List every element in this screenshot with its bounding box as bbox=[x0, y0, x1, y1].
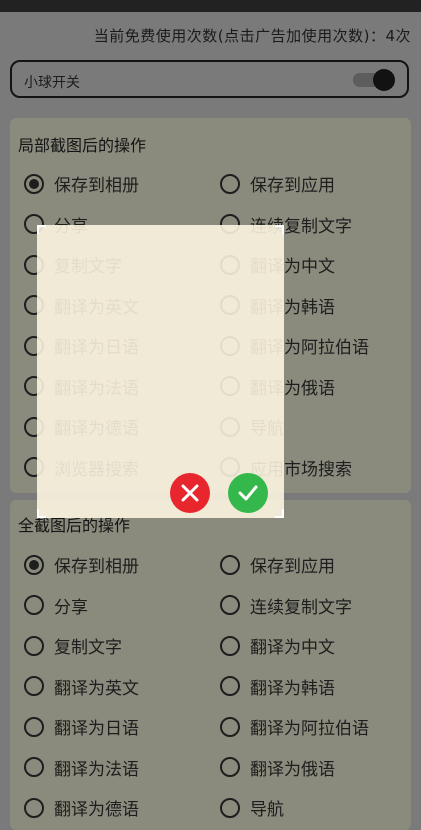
radio-checked-icon[interactable] bbox=[24, 554, 44, 575]
radio-option-label: 翻译为韩语 bbox=[250, 678, 335, 699]
radio-unchecked-icon[interactable] bbox=[24, 757, 44, 777]
radio-option-label: 保存到应用 bbox=[250, 557, 335, 577]
radio-unchecked-icon[interactable] bbox=[220, 595, 240, 615]
radio-option[interactable]: 保存到相册 bbox=[24, 171, 139, 196]
radio-option-label: 翻译为英文 bbox=[54, 678, 139, 699]
radio-unchecked-icon[interactable] bbox=[220, 716, 240, 737]
radio-unchecked-icon[interactable] bbox=[24, 676, 44, 696]
radio-option[interactable]: 翻译为英文 bbox=[24, 674, 139, 699]
radio-option-label: 保存到相册 bbox=[54, 176, 139, 196]
radio-unchecked-icon[interactable] bbox=[220, 554, 240, 575]
ball-switch-label: 小球开关 bbox=[24, 75, 80, 91]
ball-switch-toggle[interactable] bbox=[353, 69, 395, 91]
radio-unchecked-icon[interactable] bbox=[220, 676, 240, 696]
radio-option[interactable]: 翻译为中文 bbox=[220, 633, 335, 658]
ball-switch-row[interactable]: 小球开关 bbox=[10, 60, 409, 98]
radio-option[interactable]: 翻译为韩语 bbox=[220, 674, 335, 699]
radio-option[interactable]: 分享 bbox=[24, 593, 88, 618]
radio-unchecked-icon[interactable] bbox=[24, 716, 44, 737]
crop-handle-top-right[interactable] bbox=[275, 225, 284, 234]
radio-unchecked-icon[interactable] bbox=[220, 635, 240, 656]
crop-handle-top-left[interactable] bbox=[37, 225, 46, 234]
crop-handle-bottom-left[interactable] bbox=[37, 509, 46, 518]
close-icon bbox=[181, 484, 199, 502]
radio-option[interactable]: 保存到相册 bbox=[24, 552, 139, 577]
usage-count-text: 当前免费使用次数(点击广告加使用次数)：4次 bbox=[93, 27, 411, 45]
radio-option[interactable]: 翻译为阿拉伯语 bbox=[220, 714, 369, 739]
full-screenshot-section: 全截图后的操作 保存到相册 保存到应用 分享 连续复制文字 复制文字 翻译为中文 翻译为英文… bbox=[10, 500, 411, 830]
radio-unchecked-icon[interactable] bbox=[24, 635, 44, 656]
status-bar bbox=[0, 0, 421, 12]
radio-option[interactable]: 翻译为日语 bbox=[24, 714, 139, 739]
radio-option[interactable]: 连续复制文字 bbox=[220, 593, 352, 618]
radio-unchecked-icon[interactable] bbox=[220, 757, 240, 777]
radio-unchecked-icon[interactable] bbox=[220, 173, 240, 194]
radio-option-label: 翻译为法语 bbox=[54, 759, 139, 780]
radio-option-label: 复制文字 bbox=[54, 638, 122, 658]
radio-unchecked-icon[interactable] bbox=[220, 797, 240, 818]
radio-option[interactable]: 翻译为俄语 bbox=[220, 755, 335, 780]
radio-unchecked-icon[interactable] bbox=[24, 595, 44, 615]
radio-option-label: 翻译为德语 bbox=[54, 800, 139, 820]
switch-thumb bbox=[373, 69, 395, 91]
radio-option[interactable]: 翻译为德语 bbox=[24, 795, 139, 820]
radio-option-label: 连续复制文字 bbox=[250, 597, 352, 618]
cancel-crop-button[interactable] bbox=[170, 473, 210, 513]
radio-checked-icon[interactable] bbox=[24, 173, 44, 194]
radio-option-label: 导航 bbox=[250, 800, 284, 820]
radio-unchecked-icon[interactable] bbox=[24, 797, 44, 818]
confirm-crop-button[interactable] bbox=[228, 473, 268, 513]
check-icon bbox=[238, 485, 258, 501]
radio-option-label: 翻译为日语 bbox=[54, 719, 139, 739]
radio-option[interactable]: 保存到应用 bbox=[220, 552, 335, 577]
crop-handle-bottom-right[interactable] bbox=[275, 509, 284, 518]
radio-option[interactable]: 导航 bbox=[220, 795, 284, 820]
radio-option[interactable]: 翻译为法语 bbox=[24, 755, 139, 780]
radio-option-label: 保存到相册 bbox=[54, 557, 139, 577]
radio-option-label: 翻译为中文 bbox=[250, 638, 335, 658]
partial-section-title: 局部截图后的操作 bbox=[18, 136, 147, 155]
radio-option[interactable]: 复制文字 bbox=[24, 633, 122, 658]
radio-option[interactable]: 保存到应用 bbox=[220, 171, 335, 196]
radio-option-label: 翻译为俄语 bbox=[250, 759, 335, 780]
radio-option-label: 翻译为阿拉伯语 bbox=[250, 719, 369, 739]
radio-option-label: 保存到应用 bbox=[250, 176, 335, 196]
radio-option-label: 分享 bbox=[54, 597, 88, 618]
